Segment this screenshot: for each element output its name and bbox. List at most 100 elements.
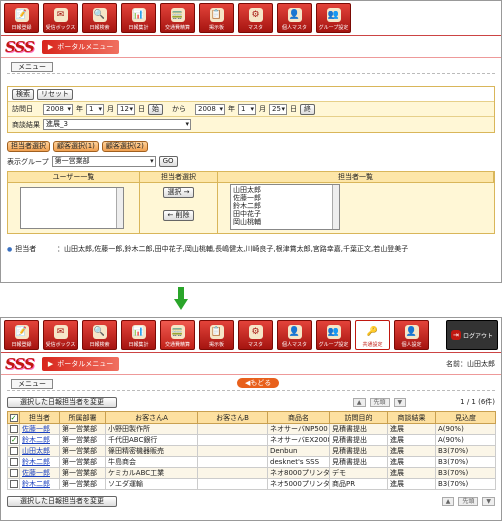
toolbar-button-6[interactable]: ⚙ マスタ: [238, 3, 273, 33]
toolbar-button-8[interactable]: 👥 グループ設定: [316, 320, 351, 350]
from-month-select[interactable]: 1: [86, 103, 104, 115]
toolbar-button-0[interactable]: 📝 日報登録: [4, 3, 39, 33]
tab-customer-2[interactable]: 顧客選択(2): [101, 141, 148, 152]
toolbar-button-5[interactable]: 📋 掲示板: [199, 320, 234, 350]
table-row[interactable]: 鈴木二郎 第一営業部 牛島商会 desknet's SSS 見積書提出 進展 B3(70%): [7, 456, 496, 468]
from-day-select[interactable]: 12: [117, 103, 135, 115]
toolbar-button-6[interactable]: ⚙ マスタ: [238, 320, 273, 350]
row-checkbox[interactable]: [10, 425, 18, 433]
menu-button[interactable]: メニュー: [11, 61, 53, 72]
toolbar-button-3[interactable]: 📊 日報集計: [121, 320, 156, 350]
assigned-item[interactable]: 田中花子: [233, 210, 337, 218]
toolbar-button-7[interactable]: 👤 個人マスタ: [277, 320, 312, 350]
cell-a: ケミカルABC工業: [108, 469, 165, 477]
assigned-item[interactable]: 山田太郎: [233, 186, 337, 194]
cell-prob: B3(70%): [438, 469, 469, 477]
cell-prod: ネオサーバEX2008: [270, 436, 330, 444]
row-checkbox[interactable]: [10, 480, 18, 488]
scrollbar[interactable]: [116, 188, 123, 228]
tab-staff[interactable]: 担当者選択: [7, 141, 50, 152]
toolbar-icon-4: 🚃: [170, 8, 185, 22]
row-checkbox[interactable]: [10, 458, 18, 466]
result-select[interactable]: 進展_3: [43, 119, 191, 130]
group-select[interactable]: 第一営業部: [51, 156, 156, 167]
toolbar-button-4[interactable]: 🚃 交通費精算: [160, 3, 195, 33]
back-button[interactable]: ◀もどる: [237, 378, 280, 388]
cell-a: ソエダ運輸: [108, 480, 143, 488]
toolbar-button-4[interactable]: 🚃 交通費精算: [160, 320, 195, 350]
pager: ▲ 先頭 ▼ 1 / 1 (6件): [352, 397, 495, 407]
cell-name[interactable]: 鈴木二郎: [22, 480, 50, 488]
calendar-from-button[interactable]: 始: [148, 103, 163, 115]
toolbar-icon-10: 👤: [404, 325, 419, 339]
first-page-button[interactable]: ▲: [441, 496, 455, 506]
toolbar-icon-8: 👥: [326, 8, 341, 22]
to-day-select[interactable]: 25: [269, 103, 287, 115]
toolbar-button-5[interactable]: 📋 掲示板: [199, 3, 234, 33]
search-button[interactable]: 検索: [12, 88, 34, 100]
portal-menu-link[interactable]: ▶ ポータルメニュー: [41, 39, 120, 54]
visit-date-label: 訪問日: [12, 105, 33, 113]
cell-prob: A(90%): [438, 425, 464, 433]
toolbar-button-1[interactable]: ✉ 受信ボックス: [43, 3, 78, 33]
assigned-item[interactable]: 佐藤一郎: [233, 194, 337, 202]
table-row[interactable]: 佐藤一郎 第一営業部 小野田製作所 ネオサーバNP500 見積書提出 進展 A(90%): [7, 423, 496, 435]
from-year-select[interactable]: 2008: [43, 103, 73, 115]
cell-a: 千代田ABC銀行: [108, 436, 158, 444]
toolbar-button-8[interactable]: 👥 グループ設定: [316, 3, 351, 33]
to-month-select[interactable]: 1: [238, 103, 256, 115]
cell-name[interactable]: 鈴木二郎: [22, 458, 50, 466]
next-page-button[interactable]: ▼: [482, 496, 495, 506]
arrow-icon: ▶: [47, 359, 54, 368]
change-staff-button-bottom[interactable]: 選択した日報担当者を変更: [7, 495, 117, 507]
table-header: ✓ 担当者 所属部署 お客さんA お客さんB 商品名 訪問目的 商談結果 見込度: [7, 411, 496, 424]
tab-customer-1[interactable]: 顧客選択(1): [53, 141, 99, 152]
cell-name[interactable]: 佐藤一郎: [22, 469, 50, 477]
to-year-select[interactable]: 2008: [195, 103, 225, 115]
select-button[interactable]: 選択 →: [163, 187, 194, 198]
first-page-button[interactable]: ▲: [352, 397, 366, 407]
user-list[interactable]: [20, 187, 124, 229]
toolbar-button-9[interactable]: 🔑 共通設定: [355, 320, 390, 350]
cell-name[interactable]: 佐藤一郎: [22, 425, 50, 433]
select-all-checkbox[interactable]: ✓: [9, 413, 18, 422]
reset-button[interactable]: リセット: [37, 88, 73, 100]
table-row[interactable]: ✓ 鈴木二郎 第一営業部 千代田ABC銀行 ネオサーバEX2008 見積書提出 進展 A(90…: [7, 434, 496, 446]
table-row[interactable]: 鈴木二郎 第一営業部 ソエダ運輸 ネオ5000プリンタ 商品PR 進展 B3(70%): [7, 478, 496, 490]
toolbar-button-3[interactable]: 📊 日報集計: [121, 3, 156, 33]
menu-button[interactable]: メニュー: [11, 378, 53, 389]
result-label: 商談結果: [12, 120, 40, 129]
logout-button[interactable]: ⇥ ログアウト: [446, 320, 498, 350]
prev-page-button[interactable]: 先頭: [369, 397, 390, 407]
table-row[interactable]: 佐藤一郎 第一営業部 ケミカルABC工業 ネオ8000プリンタ デモ 進展 B3(70%): [7, 467, 496, 479]
toolbar-button-1[interactable]: ✉ 受信ボックス: [43, 320, 78, 350]
portal-menu-link[interactable]: ▶ ポータルメニュー: [41, 356, 120, 371]
go-button[interactable]: GO: [158, 156, 178, 167]
toolbar-button-2[interactable]: 🔍 日報検索: [82, 320, 117, 350]
delete-button[interactable]: ← 削除: [163, 210, 194, 221]
cell-prob: B3(70%): [438, 480, 469, 488]
cell-name[interactable]: 鈴木二郎: [22, 436, 50, 444]
scrollbar[interactable]: [332, 185, 339, 229]
toolbar-button-0[interactable]: 📝 日報登録: [4, 320, 39, 350]
toolbar-button-10[interactable]: 👤 個人設定: [394, 320, 429, 350]
row-checkbox[interactable]: [10, 469, 18, 477]
assigned-list[interactable]: 山田太郎 佐藤一郎 鈴木二郎 田中花子 岡山桃輔: [230, 184, 340, 230]
change-staff-button[interactable]: 選択した日報担当者を変更: [7, 396, 117, 408]
table-row[interactable]: 山田太郎 第一営業部 篠田精密機器販売 Denbun 見積書提出 進展 B3(70%): [7, 445, 496, 457]
pager-bottom: ▲ 先頭 ▼: [441, 496, 495, 506]
calendar-to-button[interactable]: 終: [300, 103, 315, 115]
brand-bar: SSS ▶ ポータルメニュー: [1, 36, 501, 58]
toolbar-icon-0: 📝: [14, 325, 29, 339]
assigned-item[interactable]: 鈴木二郎: [233, 202, 337, 210]
toolbar-button-2[interactable]: 🔍 日報検索: [82, 3, 117, 33]
toolbar-icon-1: ✉: [53, 325, 68, 339]
prev-page-button[interactable]: 先頭: [458, 496, 479, 506]
assigned-item[interactable]: 岡山桃輔: [233, 218, 337, 226]
toolbar-button-7[interactable]: 👤 個人マスタ: [277, 3, 312, 33]
next-page-button[interactable]: ▼: [393, 397, 407, 407]
cell-name[interactable]: 山田太郎: [22, 447, 50, 455]
row-checkbox[interactable]: [10, 447, 18, 455]
menu-bar: メニュー: [7, 60, 495, 74]
row-checkbox[interactable]: ✓: [10, 436, 18, 444]
